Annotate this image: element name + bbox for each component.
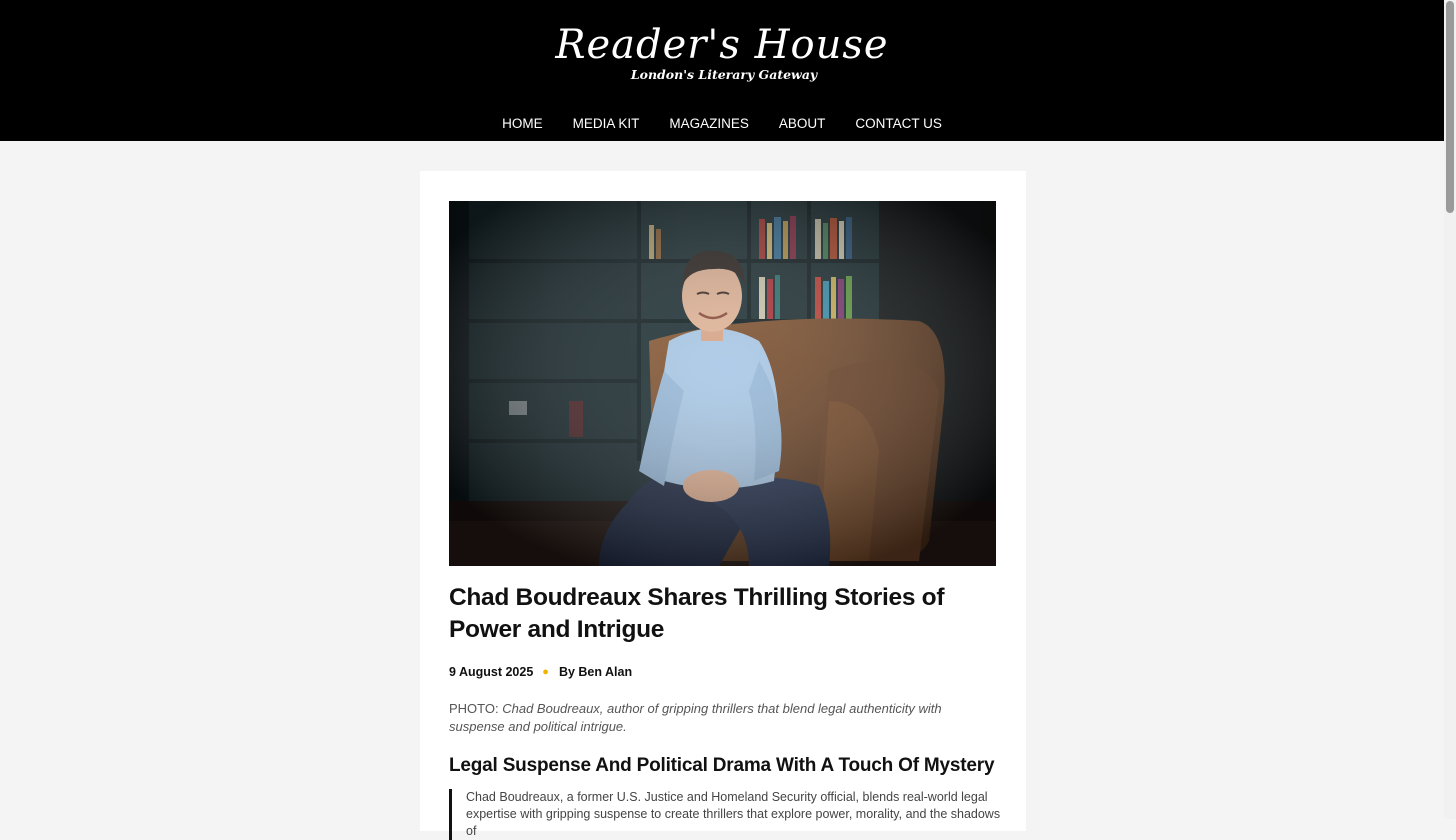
article-meta: 9 August 2025 ● By Ben Alan xyxy=(449,665,632,679)
nav-magazines[interactable]: MAGAZINES xyxy=(654,115,764,133)
caption-text: Chad Boudreaux, author of gripping thril… xyxy=(449,701,942,734)
article-subheading: Legal Suspense And Political Drama With … xyxy=(449,755,995,776)
caption-prefix: PHOTO: xyxy=(449,701,499,716)
nav-contact-us[interactable]: CONTACT US xyxy=(840,115,957,133)
article-intro-quote: Chad Boudreaux, a former U.S. Justice an… xyxy=(449,789,1012,840)
main-nav: HOME MEDIA KIT MAGAZINES ABOUT CONTACT U… xyxy=(0,115,1444,133)
photo-caption: PHOTO: Chad Boudreaux, author of grippin… xyxy=(449,700,997,736)
site-title[interactable]: Reader's House xyxy=(0,22,1444,68)
article-title: Chad Boudreaux Shares Thrilling Stories … xyxy=(449,584,945,643)
meta-separator-dot-icon: ● xyxy=(542,666,549,678)
scrollbar-thumb[interactable] xyxy=(1446,1,1454,213)
author-photo xyxy=(449,201,996,566)
nav-home[interactable]: HOME xyxy=(487,115,558,133)
site-tagline: London's Literary Gateway xyxy=(630,67,818,82)
article-date[interactable]: 9 August 2025 xyxy=(449,665,533,679)
site-header: Reader's House London's Literary Gateway… xyxy=(0,0,1444,141)
article-card: Chad Boudreaux Shares Thrilling Stories … xyxy=(420,171,1026,840)
nav-about[interactable]: ABOUT xyxy=(764,115,841,133)
article-author[interactable]: By Ben Alan xyxy=(559,665,632,679)
site-logo[interactable]: Reader's House London's Literary Gateway xyxy=(0,22,1444,82)
author-photo-illustration xyxy=(449,201,996,566)
nav-media-kit[interactable]: MEDIA KIT xyxy=(558,115,655,133)
page-scrollbar[interactable] xyxy=(1444,0,1456,819)
